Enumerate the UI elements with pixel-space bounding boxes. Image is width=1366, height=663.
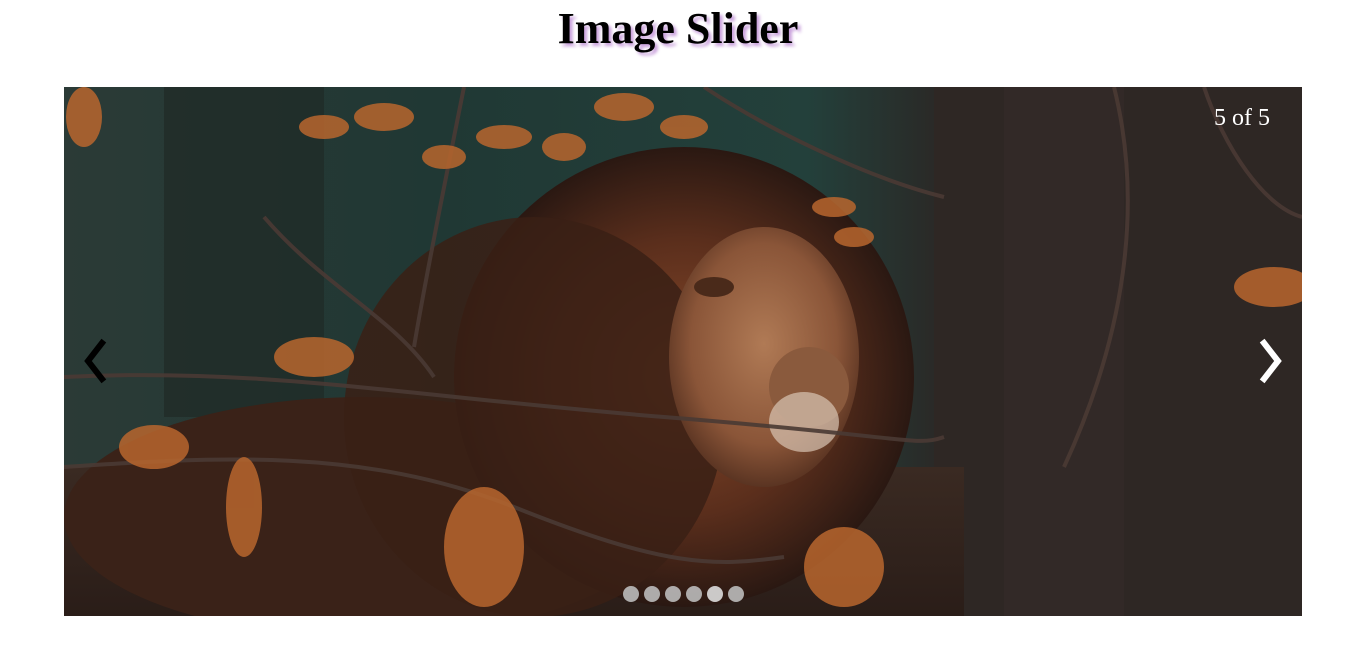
image-slider: 5 of 5: [64, 87, 1302, 616]
slide-image-lion: [64, 87, 1302, 616]
previous-slide-button[interactable]: [72, 331, 118, 391]
slide-dot[interactable]: [643, 586, 660, 602]
slide-dot[interactable]: [727, 586, 744, 602]
page-title: Image Slider: [557, 4, 799, 53]
slide-dot[interactable]: [622, 586, 639, 602]
chevron-left-icon: [84, 338, 107, 384]
slide-dot-active[interactable]: [706, 586, 723, 602]
slide-indicator-dots: [64, 586, 1302, 602]
slide-counter: 5 of 5: [1214, 105, 1270, 131]
next-slide-button[interactable]: [1248, 331, 1294, 391]
chevron-right-icon: [1259, 338, 1282, 384]
slide-dot[interactable]: [685, 586, 702, 602]
slide-dot[interactable]: [664, 586, 681, 602]
